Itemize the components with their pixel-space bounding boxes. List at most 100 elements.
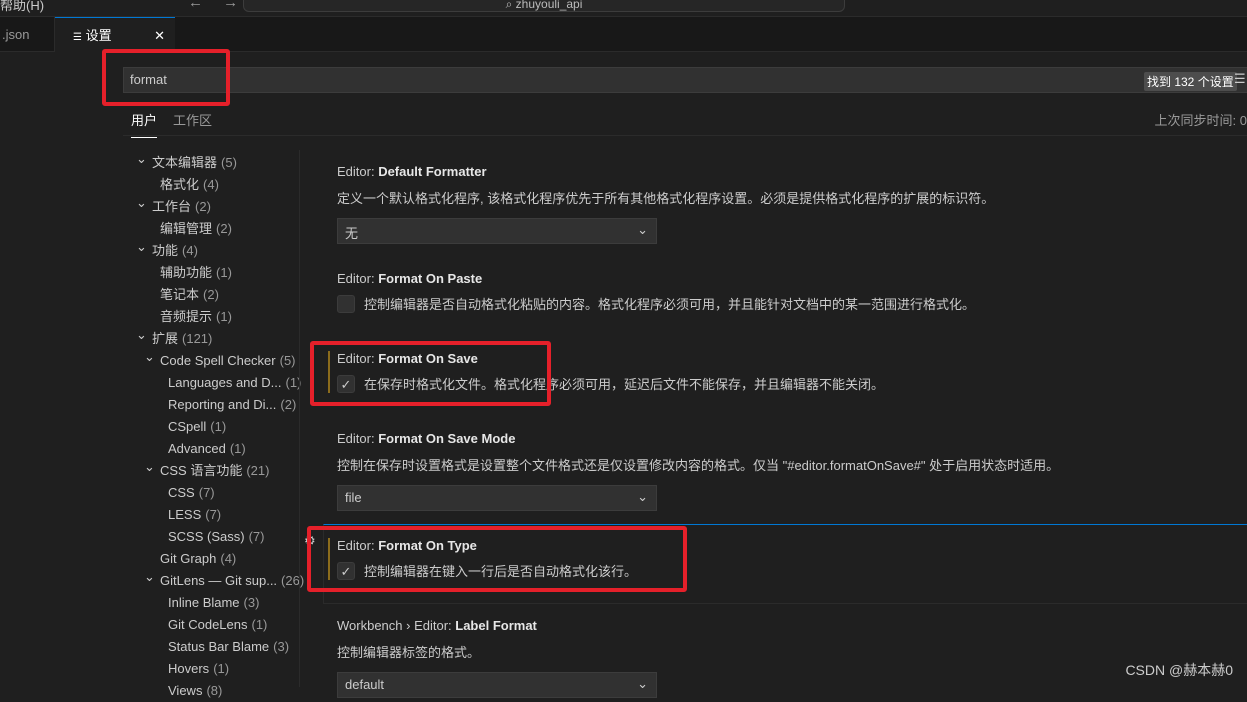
toc-item[interactable]: ⌄ GitLens — Git sup... (26) bbox=[123, 569, 304, 592]
settings-lines-icon: ☰ bbox=[73, 32, 82, 43]
toc-count: (2) bbox=[216, 221, 232, 236]
tab-label: .json bbox=[2, 27, 30, 42]
toc-item[interactable]: ⌄ Code Spell Checker (5) bbox=[123, 349, 300, 372]
chevron-down-icon: ⌄ bbox=[144, 459, 155, 474]
toc-count: (2) bbox=[203, 287, 219, 302]
setting-category: Editor: bbox=[337, 271, 379, 286]
toc-count: (5) bbox=[221, 155, 237, 170]
toc-label: SCSS (Sass) bbox=[168, 529, 245, 544]
watermark: CSDN @赫本赫0 bbox=[1125, 662, 1233, 678]
default-formatter-select[interactable]: 无 ⌄ bbox=[337, 218, 657, 244]
menu-help[interactable]: 帮助(H) bbox=[0, 0, 44, 14]
setting-label-format: Workbench › Editor: Label Format 控制编辑器标签… bbox=[337, 618, 1237, 698]
chevron-down-icon: ⌄ bbox=[637, 489, 648, 504]
toc-count: (7) bbox=[205, 507, 222, 522]
command-center[interactable]: ⌕ zhuyouli_api bbox=[243, 0, 845, 12]
toc-count: (3) bbox=[243, 595, 260, 610]
setting-name: Format On Paste bbox=[378, 271, 483, 286]
chevron-down-icon: ⌄ bbox=[144, 349, 155, 364]
toc-label: 功能 bbox=[152, 243, 179, 258]
toc-item[interactable]: ⌄ CSS 语言功能 (21) bbox=[123, 459, 300, 482]
settings-toc: ⌄ 文本编辑器 (5) 格式化 (4) ⌄ 工作台 (2) 编辑管理 (2) ⌄ 功能 (4) 辅助功能(… bbox=[123, 151, 304, 702]
toc-count: (7) bbox=[198, 485, 215, 500]
highlight-box bbox=[310, 341, 551, 406]
toc-item[interactable]: CSS (7) bbox=[123, 482, 300, 504]
toc-count: (26) bbox=[281, 573, 305, 588]
toc-count: (4) bbox=[220, 551, 237, 566]
result-count-badge: 找到 132 个设置 bbox=[1144, 72, 1237, 91]
setting-category: Editor: bbox=[337, 431, 379, 446]
setting-default-formatter: Editor: Default Formatter 定义一个默认格式化程序, 该… bbox=[337, 164, 1237, 244]
toc-label: CSS bbox=[168, 485, 195, 500]
toc-count: (4) bbox=[182, 243, 198, 258]
toc-item[interactable]: 笔记本 (2) bbox=[123, 284, 300, 306]
toc-label: 音频提示 bbox=[160, 309, 213, 324]
label-format-select[interactable]: default ⌄ bbox=[337, 672, 657, 698]
setting-description: 控制在保存时设置格式是设置整个文件格式还是仅设置修改内容的格式。仅当 "#edi… bbox=[337, 458, 1060, 473]
toc-item[interactable]: ⌄ 工作台 (2) bbox=[123, 195, 300, 218]
toc-count: (3) bbox=[273, 639, 290, 654]
toc-item[interactable]: Git CodeLens (1) bbox=[123, 614, 300, 636]
nav-arrows[interactable]: ← → bbox=[188, 0, 246, 11]
toc-item[interactable]: Views (8) bbox=[123, 680, 300, 702]
chevron-down-icon: ⌄ bbox=[136, 151, 147, 166]
toc-label: CSpell bbox=[168, 419, 207, 434]
toc-count: (4) bbox=[203, 177, 219, 192]
tab-settings[interactable]: ☰ 设置 ✕ bbox=[55, 17, 175, 53]
toc-count: (1) bbox=[210, 419, 227, 434]
filter-icon[interactable]: ☰ bbox=[1234, 71, 1246, 87]
toc-item[interactable]: Status Bar Blame (3) bbox=[123, 636, 300, 658]
toc-label: 格式化 bbox=[160, 177, 200, 192]
format-on-paste-checkbox[interactable] bbox=[337, 294, 355, 313]
toc-count: (1) bbox=[251, 617, 268, 632]
toc-label: Views bbox=[168, 683, 203, 698]
toc-item[interactable]: CSpell (1) bbox=[123, 416, 300, 438]
toc-label: Code Spell Checker bbox=[160, 353, 276, 368]
toc-count: (1) bbox=[216, 265, 232, 280]
toc-label: CSS 语言功能 bbox=[160, 463, 243, 478]
tab-user[interactable]: 用户 bbox=[131, 110, 158, 138]
chevron-down-icon: ⌄ bbox=[637, 222, 648, 237]
settings-search[interactable] bbox=[123, 67, 1247, 93]
toc-count: (21) bbox=[246, 463, 270, 478]
setting-category: Workbench › Editor: bbox=[337, 618, 456, 633]
toc-item[interactable]: SCSS (Sass) (7) bbox=[123, 526, 300, 548]
toc-label: LESS bbox=[168, 507, 202, 522]
toc-label: 辅助功能 bbox=[160, 265, 213, 280]
toc-item[interactable]: Languages and D... (1) bbox=[123, 372, 301, 394]
toc-count: (1) bbox=[216, 309, 232, 324]
toc-item[interactable]: LESS (7) bbox=[123, 504, 300, 526]
tab-label: 设置 bbox=[85, 28, 112, 43]
toc-label: 文本编辑器 bbox=[152, 155, 218, 170]
toc-item[interactable]: Hovers (1) bbox=[123, 658, 300, 680]
title-bar: 帮助(H) ← → ⌕ zhuyouli_api bbox=[0, 0, 1247, 17]
toc-label: Inline Blame bbox=[168, 595, 240, 610]
toc-count: (1) bbox=[229, 441, 246, 456]
setting-format-on-save-mode: Editor: Format On Save Mode 控制在保存时设置格式是设… bbox=[337, 431, 1237, 511]
toc-item[interactable]: Reporting and Di... (2) bbox=[123, 394, 300, 416]
chevron-down-icon: ⌄ bbox=[136, 239, 147, 254]
setting-description: 定义一个默认格式化程序, 该格式化程序优先于所有其他格式化程序设置。必须是提供格… bbox=[337, 191, 995, 206]
toc-label: 编辑管理 bbox=[160, 221, 213, 236]
toc-count: (2) bbox=[280, 397, 297, 412]
toc-count: (121) bbox=[182, 331, 213, 346]
setting-name: Format On Save Mode bbox=[378, 431, 516, 446]
format-on-save-mode-select[interactable]: file ⌄ bbox=[337, 485, 657, 511]
toc-label: Advanced bbox=[168, 441, 226, 456]
setting-name: Default Formatter bbox=[378, 164, 487, 179]
toc-item[interactable]: ⌄ 文本编辑器 (5) bbox=[123, 151, 300, 174]
chevron-down-icon: ⌄ bbox=[136, 195, 147, 210]
setting-description: 控制编辑器是否自动格式化粘贴的内容。格式化程序必须可用，并且能针对文档中的某一范… bbox=[364, 297, 976, 312]
toc-count: (5) bbox=[279, 353, 296, 368]
toc-label: Git Graph bbox=[160, 551, 217, 566]
toc-item[interactable]: Inline Blame (3) bbox=[123, 592, 300, 614]
setting-name: Label Format bbox=[455, 618, 537, 633]
toc-item[interactable]: ⌄ 功能 (4) bbox=[123, 239, 300, 262]
toc-count: (7) bbox=[248, 529, 265, 544]
tab-workspace[interactable]: 工作区 bbox=[173, 110, 212, 129]
tab-json[interactable]: .json bbox=[0, 17, 55, 52]
toc-item[interactable]: 辅助功能 (1) bbox=[123, 262, 300, 284]
select-value: file bbox=[345, 490, 362, 505]
scope-tabs: 用户 工作区 上次同步时间: 0 bbox=[123, 102, 1247, 138]
tab-bar: .json ☰ 设置 ✕ bbox=[0, 17, 1247, 53]
